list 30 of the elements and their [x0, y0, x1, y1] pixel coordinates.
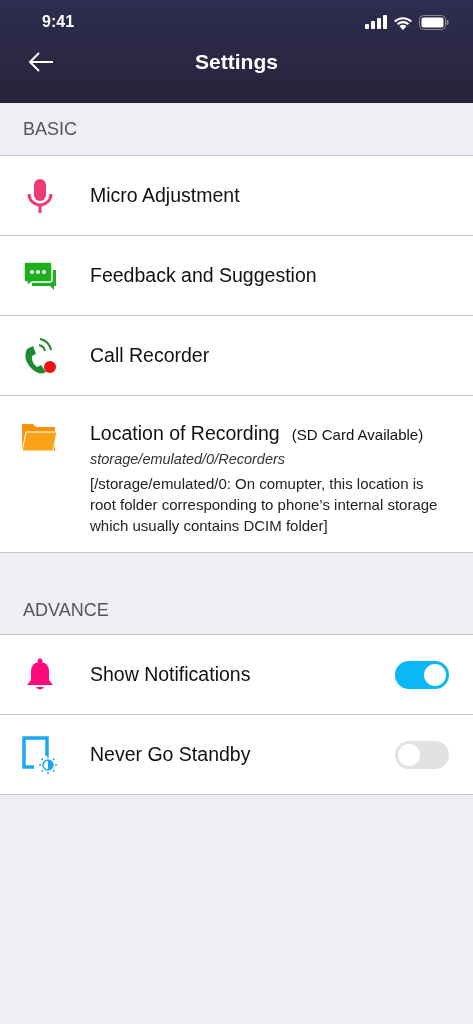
folder-icon: [22, 424, 57, 451]
sd-card-status: (SD Card Available): [291, 426, 424, 443]
path-note: [/storage/emulated/0: On comupter, this location is root folder corresponding to phone’s internal storage which usually contains DCIM folder]: [90, 474, 439, 536]
settings-row[interactable]: Call Recorder: [0, 316, 473, 396]
settings-row[interactable]: Never Go Standby: [0, 715, 473, 795]
settings-row[interactable]: Show Notifications: [0, 635, 473, 715]
settings-row[interactable]: Feedback and Suggestion: [0, 236, 473, 316]
row-label: Never Go Standby: [90, 743, 251, 766]
chat-bubbles-icon: [22, 261, 58, 290]
row-label: Feedback and Suggestion: [90, 264, 317, 287]
row-label: Show Notifications: [90, 663, 251, 686]
wifi-icon: [393, 14, 413, 30]
page-title: Settings: [195, 50, 278, 74]
battery-icon: [419, 14, 449, 30]
microphone-icon: [27, 178, 53, 213]
signal-icon: [365, 15, 387, 29]
toggle-switch[interactable]: [395, 660, 449, 689]
folder-path: storage/emulated/0/Recorders: [90, 451, 287, 467]
back-arrow-icon[interactable]: [28, 52, 54, 72]
row-label: Call Recorder: [90, 344, 210, 367]
settings-row[interactable]: Micro Adjustment: [0, 156, 473, 236]
bell-icon: [25, 657, 55, 692]
section-heading: BASIC: [23, 118, 78, 140]
status-time: 9:41: [42, 13, 75, 31]
row-label: Micro Adjustment: [90, 184, 240, 207]
phone-record-icon: [24, 336, 56, 375]
toggle-switch[interactable]: [395, 740, 449, 769]
section-heading: ADVANCE: [23, 599, 109, 621]
screen-brightness-icon: [22, 735, 58, 774]
row-label: Location of Recording: [90, 422, 280, 445]
